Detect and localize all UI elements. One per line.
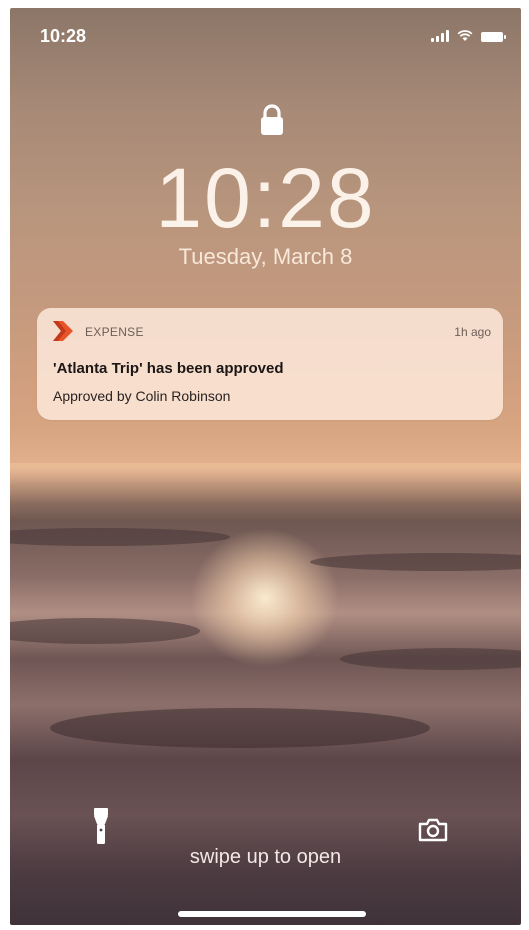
wallpaper-sand-ripple	[10, 618, 200, 644]
wallpaper-sand-ripple	[50, 708, 430, 748]
status-time: 10:28	[40, 26, 87, 46]
lock-screen: 10:28 10:28 Tuesday, March 8 EXPENSE 1h …	[10, 8, 521, 925]
status-icons	[431, 30, 506, 42]
lock-icon	[261, 104, 283, 135]
lock-screen-date: Tuesday, March 8	[178, 244, 353, 269]
wallpaper-sun-reflection	[190, 528, 340, 668]
wallpaper-horizon	[10, 463, 521, 503]
flashlight-icon[interactable]	[94, 808, 108, 846]
wallpaper-sand-ripple	[340, 648, 521, 670]
wifi-icon	[457, 30, 473, 41]
home-indicator[interactable]	[178, 911, 366, 917]
notification-app-name: EXPENSE	[85, 325, 144, 339]
notification-card[interactable]: EXPENSE 1h ago 'Atlanta Trip' has been a…	[37, 308, 503, 420]
cellular-signal-icon	[431, 30, 449, 42]
expense-app-icon	[53, 321, 73, 341]
notification-body: Approved by Colin Robinson	[53, 388, 231, 404]
camera-icon[interactable]	[418, 818, 448, 842]
swipe-up-hint: swipe up to open	[189, 846, 342, 868]
notification-title: 'Atlanta Trip' has been approved	[53, 360, 284, 377]
status-bar: 10:28	[10, 8, 521, 52]
wallpaper-sand-ripple	[310, 553, 521, 571]
notification-time: 1h ago	[454, 325, 491, 339]
battery-icon	[481, 32, 506, 42]
lock-screen-clock: 10:28	[155, 151, 376, 245]
